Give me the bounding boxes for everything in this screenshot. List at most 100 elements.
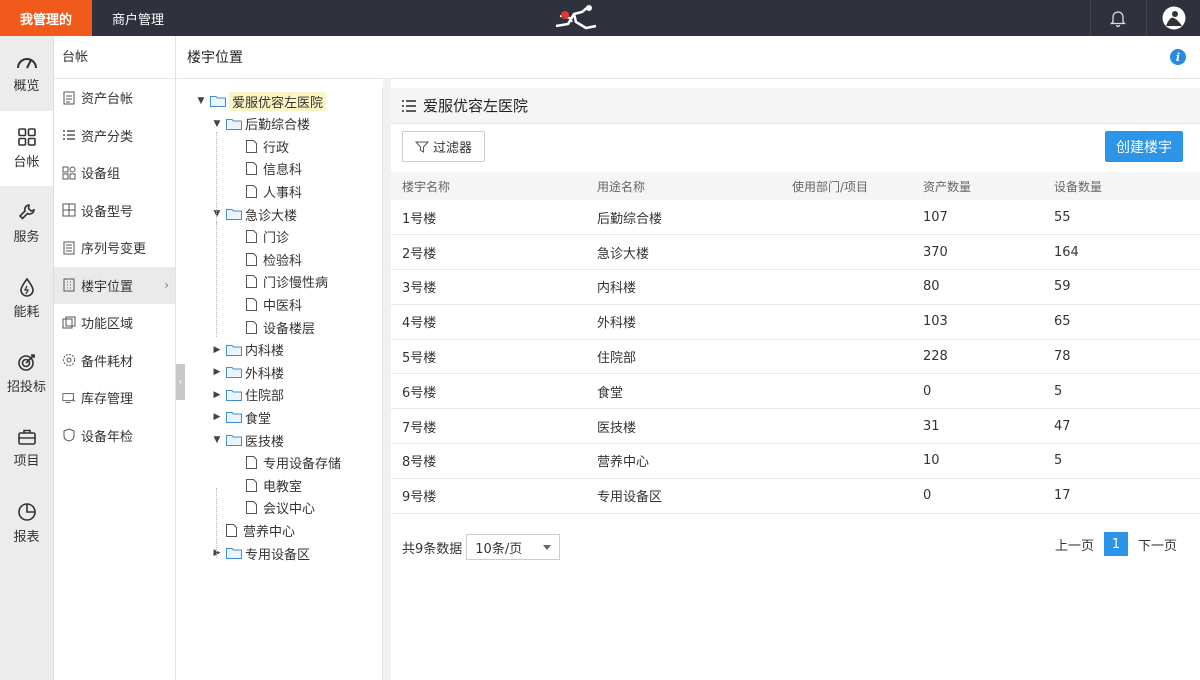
subnav-item-device-model[interactable]: 设备型号: [54, 192, 175, 230]
table-cell: 370: [912, 234, 1043, 271]
column-header[interactable]: 楼宇名称: [391, 172, 586, 200]
rail-item-report[interactable]: 报表: [0, 486, 53, 561]
tree-root-node[interactable]: ▼ 爱服优容左医院: [195, 91, 327, 111]
subnav-item-annual-inspection[interactable]: 设备年检: [54, 417, 175, 455]
tree-folder-node[interactable]: ▶ 外科楼: [211, 362, 284, 382]
subnav-item-building-location[interactable]: 楼宇位置 ›: [54, 266, 175, 304]
table-cell: 103: [912, 304, 1043, 340]
rail-item-project[interactable]: 项目: [0, 411, 53, 486]
caret-down-icon[interactable]: ▼: [211, 435, 223, 445]
tree-folder-node[interactable]: ▶ 专用设备区: [211, 543, 310, 563]
page-size-select[interactable]: 10条/页: [466, 534, 561, 560]
caret-down-icon[interactable]: ▼: [211, 119, 223, 129]
user-avatar[interactable]: [1146, 0, 1200, 36]
table-cell: 59: [1043, 269, 1200, 305]
caret-right-icon[interactable]: ▶: [211, 345, 223, 355]
create-building-button[interactable]: 创建楼宇: [1105, 131, 1183, 162]
tree-folder-node[interactable]: ▶ 内科楼: [211, 340, 284, 360]
next-page-link[interactable]: 下一页: [1138, 535, 1177, 554]
table-row[interactable]: 3号楼 内科楼 80 59: [391, 269, 1200, 305]
table-cell: 164: [1043, 234, 1200, 271]
tree-node-label: 人事科: [263, 185, 303, 201]
rail-item-ledger[interactable]: 台帐: [0, 111, 53, 186]
folder-icon: [226, 548, 242, 559]
tree-leaf-node[interactable]: 会议中心: [231, 498, 315, 518]
table-cell: 10: [912, 443, 1043, 479]
table-cell: 0: [912, 478, 1043, 514]
table-cell: 78: [1043, 339, 1200, 375]
table-row[interactable]: 6号楼 食堂 0 5: [391, 373, 1200, 410]
table-row[interactable]: 8号楼 营养中心 10 5: [391, 443, 1200, 479]
rail-label: 台帐: [13, 155, 40, 170]
tree-leaf-node[interactable]: 门诊慢性病: [231, 272, 328, 292]
page-number-current[interactable]: 1: [1104, 532, 1129, 556]
subnav-item-spare-parts[interactable]: 备件耗材: [54, 342, 175, 380]
table-cell: 外科楼: [586, 304, 781, 340]
tree-node-label: 食堂: [245, 411, 272, 427]
table-row[interactable]: 1号楼 后勤综合楼 107 55: [391, 200, 1200, 236]
caret-down-icon[interactable]: ▼: [211, 209, 223, 219]
tree-leaf-node[interactable]: 门诊: [231, 227, 289, 247]
filter-button[interactable]: 过滤器: [402, 131, 485, 162]
subnav-item-device-group[interactable]: 设备组: [54, 154, 175, 192]
tab-merchant-management[interactable]: 商户管理: [92, 0, 184, 36]
group-icon: [62, 166, 76, 180]
table-row[interactable]: 4号楼 外科楼 103 65: [391, 304, 1200, 340]
table-row[interactable]: 7号楼 医技楼 31 47: [391, 408, 1200, 445]
subnav-item-serial-change[interactable]: 序列号变更: [54, 229, 175, 267]
tree-folder-node[interactable]: ▶ 住院部: [211, 385, 284, 405]
folder-icon: [226, 118, 242, 130]
tree-leaf-node[interactable]: 电教室: [231, 475, 302, 495]
tree-node-label: 设备楼层: [263, 321, 316, 337]
caret-down-icon[interactable]: ▼: [195, 96, 207, 106]
tree-folder-node[interactable]: ▼ 后勤综合楼: [211, 114, 310, 134]
table-cell: 6号楼: [391, 373, 586, 410]
table-row[interactable]: 9号楼 专用设备区 0 17: [391, 478, 1200, 514]
column-header[interactable]: 设备数量: [1043, 172, 1200, 200]
caret-right-icon[interactable]: ▶: [211, 412, 223, 422]
rail-item-overview[interactable]: 概览: [0, 36, 53, 111]
pane-divider: [383, 79, 391, 680]
table-row[interactable]: 5号楼 住院部 228 78: [391, 339, 1200, 375]
rail-item-bidding[interactable]: 招投标: [0, 336, 53, 411]
runner-logo-icon[interactable]: [552, 4, 600, 32]
prev-page-link[interactable]: 上一页: [1055, 535, 1094, 554]
tree-folder-node[interactable]: ▼ 急诊大楼: [211, 204, 297, 224]
tree-leaf-node[interactable]: 检验科: [231, 249, 302, 269]
tree-folder-node[interactable]: ▼ 医技楼: [211, 430, 284, 450]
tree-leaf-node[interactable]: 营养中心: [211, 520, 295, 540]
tree-leaf-node[interactable]: 行政: [231, 136, 289, 156]
caret-right-icon[interactable]: ▶: [211, 367, 223, 377]
building-list-panel: 爱服优容左医院 过滤器 创建楼宇 楼宇名称 用途名称 使用部门/项目 资产数量 …: [391, 88, 1200, 680]
tree-leaf-node[interactable]: 人事科: [231, 181, 302, 201]
table-cell: 5: [1043, 373, 1200, 410]
tree-leaf-node[interactable]: 专用设备存储: [231, 453, 341, 473]
tree-leaf-node[interactable]: 信息科: [231, 159, 302, 179]
tree-folder-node[interactable]: ▶ 食堂: [211, 407, 271, 427]
tab-my-managed[interactable]: 我管理的: [0, 0, 92, 36]
tree-node-label: 后勤综合楼: [245, 118, 311, 134]
rail-item-energy[interactable]: 能耗: [0, 261, 53, 336]
tree-leaf-node[interactable]: 中医科: [231, 294, 302, 314]
info-icon[interactable]: i: [1170, 49, 1186, 65]
folder-icon: [226, 209, 242, 220]
subnav-item-function-area[interactable]: 功能区域: [54, 304, 175, 342]
file-icon: [246, 297, 257, 311]
subnav-item-inventory[interactable]: 库存管理: [54, 379, 175, 417]
table-cell: 31: [912, 408, 1043, 445]
table-cell: [781, 304, 912, 340]
caret-right-icon[interactable]: ▶: [211, 390, 223, 400]
column-header[interactable]: 使用部门/项目: [781, 172, 912, 200]
tree-leaf-node[interactable]: 设备楼层: [231, 317, 315, 337]
notification-bell-icon[interactable]: [1090, 0, 1144, 36]
table-row[interactable]: 2号楼 急诊大楼 370 164: [391, 234, 1200, 271]
column-header[interactable]: 用途名称: [586, 172, 781, 200]
subnav-item-asset-ledger[interactable]: 资产台帐: [54, 79, 175, 117]
column-header[interactable]: 资产数量: [912, 172, 1043, 200]
subnav-item-asset-category[interactable]: 资产分类: [54, 117, 175, 155]
collapse-subnav-handle[interactable]: ‹: [176, 364, 185, 400]
layout-icon: [62, 203, 76, 217]
file-icon: [246, 501, 257, 515]
rail-item-service[interactable]: 服务: [0, 186, 53, 261]
caret-right-icon[interactable]: ▶: [211, 548, 223, 558]
